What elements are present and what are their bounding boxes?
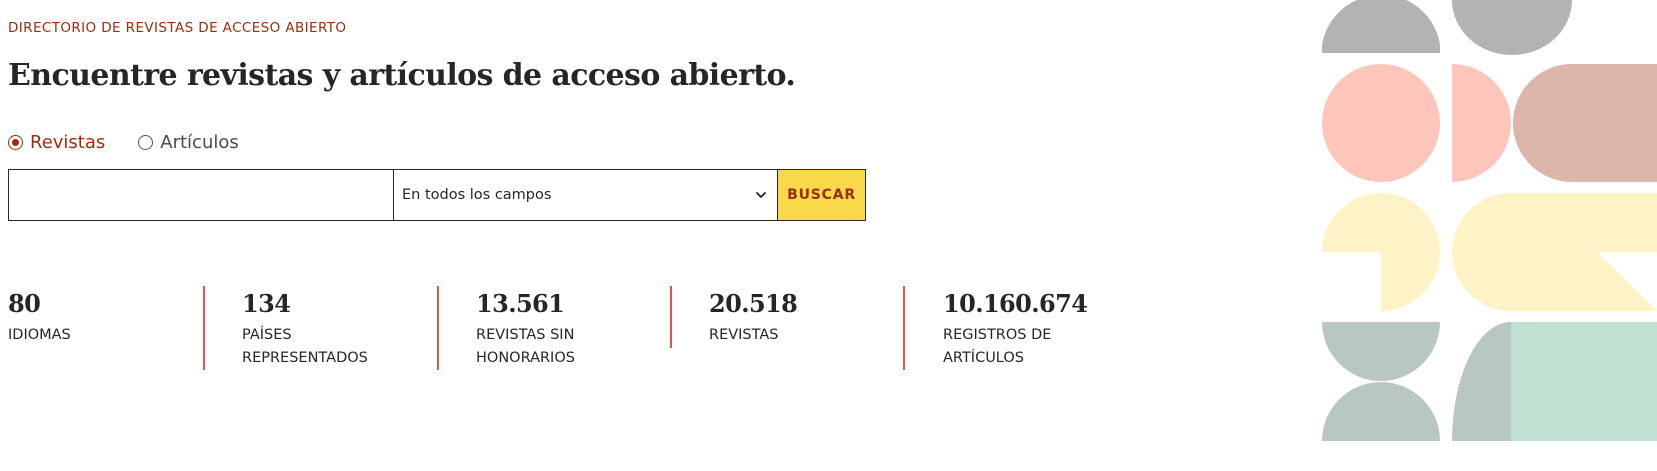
- stat-divider: [203, 286, 205, 370]
- stat-label: REVISTAS SIN HONORARIOS: [476, 327, 575, 366]
- stat-label: IDIOMAS: [8, 327, 71, 343]
- site-eyebrow: DIRECTORIO DE REVISTAS DE ACCESO ABIERTO: [8, 20, 347, 36]
- radio-revistas-label: Revistas: [30, 132, 106, 153]
- stat-value: 134: [242, 289, 291, 318]
- stat-divider: [670, 286, 672, 348]
- stat-label: REVISTAS: [709, 327, 779, 343]
- stat-value: 13.561: [476, 289, 565, 318]
- stat-value: 20.518: [709, 289, 798, 318]
- search-type-radio-group: Revistas Artículos: [8, 132, 239, 153]
- search-button[interactable]: BUSCAR: [777, 169, 866, 221]
- stat-countries: 134 PAÍSES REPRESENTADOS: [242, 286, 392, 370]
- decorative-pattern: [1322, 0, 1657, 441]
- stat-label: PAÍSES REPRESENTADOS: [242, 327, 368, 366]
- search-bar: En todos los campos BUSCAR: [8, 169, 866, 221]
- search-input[interactable]: [8, 169, 393, 221]
- radio-unchecked-icon[interactable]: [138, 135, 154, 150]
- stat-languages: 80 IDIOMAS: [8, 286, 178, 347]
- stat-no-fee-journals: 13.561 REVISTAS SIN HONORARIOS: [476, 286, 606, 370]
- stat-divider: [903, 286, 905, 370]
- radio-revistas[interactable]: Revistas: [8, 132, 105, 153]
- stat-article-records: 10.160.674 REGISTROS DE ARTÍCULOS: [943, 286, 1088, 370]
- page-title: Encuentre revistas y artículos de acceso…: [8, 58, 796, 93]
- radio-articulos-label: Artículos: [160, 132, 239, 153]
- radio-checked-icon[interactable]: [8, 135, 23, 150]
- radio-articulos[interactable]: Artículos: [138, 132, 239, 153]
- search-field-select-value: En todos los campos: [402, 187, 552, 203]
- search-field-select[interactable]: En todos los campos: [393, 169, 777, 221]
- stat-label: REGISTROS DE ARTÍCULOS: [943, 327, 1052, 366]
- stat-divider: [437, 286, 439, 370]
- stat-journals: 20.518 REVISTAS: [709, 286, 879, 347]
- stat-value: 80: [8, 289, 41, 318]
- chevron-down-icon: [756, 192, 766, 198]
- stat-value: 10.160.674: [943, 289, 1088, 318]
